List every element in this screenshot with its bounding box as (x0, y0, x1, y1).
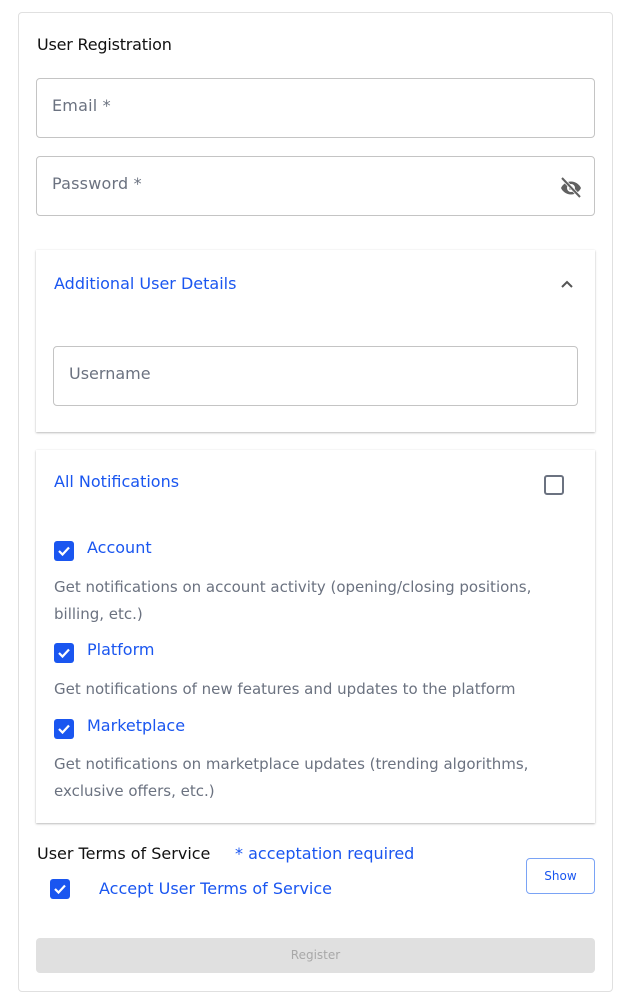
email-field[interactable]: Email * (36, 78, 595, 138)
additional-details-toggle[interactable]: Additional User Details (54, 274, 236, 293)
account-checkbox[interactable] (54, 541, 74, 561)
notifications-panel: All Notifications Account Get notificati… (36, 450, 595, 823)
password-field[interactable]: Password * (36, 156, 595, 216)
additional-details-panel: Additional User Details Username (36, 250, 595, 432)
marketplace-description: Get notifications on marketplace updates… (54, 755, 529, 800)
all-notifications-label: All Notifications (54, 472, 180, 491)
username-field[interactable]: Username (53, 346, 578, 406)
platform-description: Get notifications of new features and up… (54, 680, 516, 698)
account-label[interactable]: Account (87, 538, 152, 557)
username-placeholder: Username (69, 364, 151, 383)
check-icon (58, 724, 70, 735)
check-icon (58, 546, 70, 557)
all-notifications-checkbox[interactable] (544, 475, 564, 495)
show-terms-button[interactable]: Show (526, 858, 595, 894)
marketplace-checkbox[interactable] (54, 719, 74, 739)
eye-off-icon[interactable] (558, 175, 584, 199)
terms-title: User Terms of Service (37, 844, 211, 863)
chevron-up-icon[interactable] (559, 278, 575, 290)
check-icon (54, 884, 66, 895)
platform-checkbox[interactable] (54, 643, 74, 663)
account-description: Get notifications on account activity (o… (54, 578, 532, 623)
terms-required-note: * acceptation required (235, 844, 415, 863)
password-placeholder: Password * (52, 174, 142, 193)
register-button[interactable]: Register (36, 938, 595, 973)
platform-label[interactable]: Platform (87, 640, 154, 659)
email-placeholder: Email * (52, 96, 111, 115)
accept-terms-label[interactable]: Accept User Terms of Service (99, 879, 332, 898)
form-title: User Registration (37, 35, 172, 54)
check-icon (58, 648, 70, 659)
marketplace-label[interactable]: Marketplace (87, 716, 185, 735)
registration-card: User Registration Email * Password * Add… (18, 12, 613, 992)
accept-terms-checkbox[interactable] (50, 879, 70, 899)
